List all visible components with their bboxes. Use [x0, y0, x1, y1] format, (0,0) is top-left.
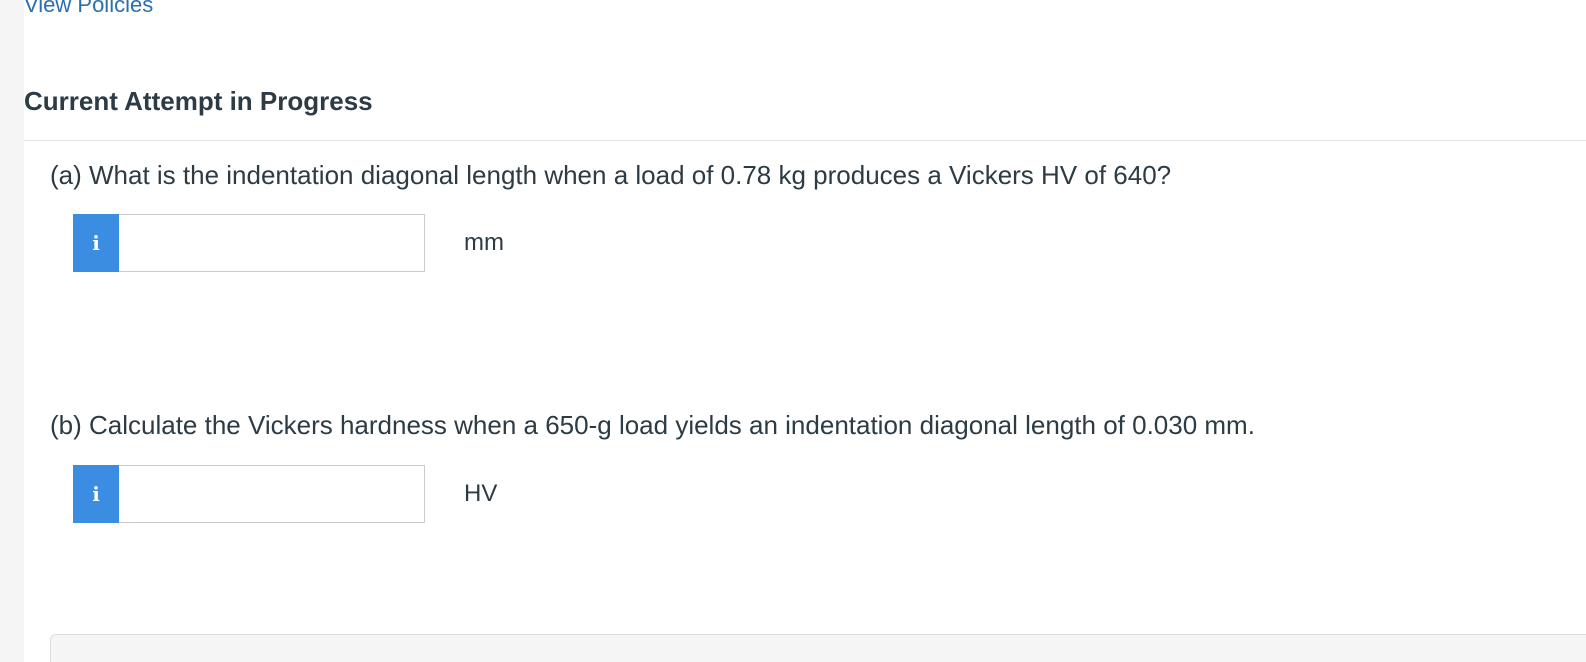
- view-policies-link[interactable]: View Policies: [24, 0, 153, 18]
- answer-b-input[interactable]: [119, 465, 425, 523]
- unit-label-b: HV: [464, 480, 498, 507]
- info-icon[interactable]: i: [73, 214, 119, 272]
- question-b-text: (b) Calculate the Vickers hardness when …: [50, 410, 1255, 440]
- info-icon[interactable]: i: [73, 465, 119, 523]
- bottom-panel: [50, 634, 1586, 662]
- unit-label-a: mm: [464, 229, 504, 256]
- question-a-text: (a) What is the indentation diagonal len…: [50, 160, 1172, 190]
- answer-row-a: i mm: [73, 214, 504, 272]
- attempt-heading: Current Attempt in Progress: [24, 86, 373, 116]
- divider: [24, 140, 1586, 141]
- answer-a-input[interactable]: [119, 214, 425, 272]
- left-gutter: [0, 0, 24, 662]
- page: View Policies Current Attempt in Progres…: [0, 0, 1586, 662]
- answer-row-b: i HV: [73, 465, 497, 523]
